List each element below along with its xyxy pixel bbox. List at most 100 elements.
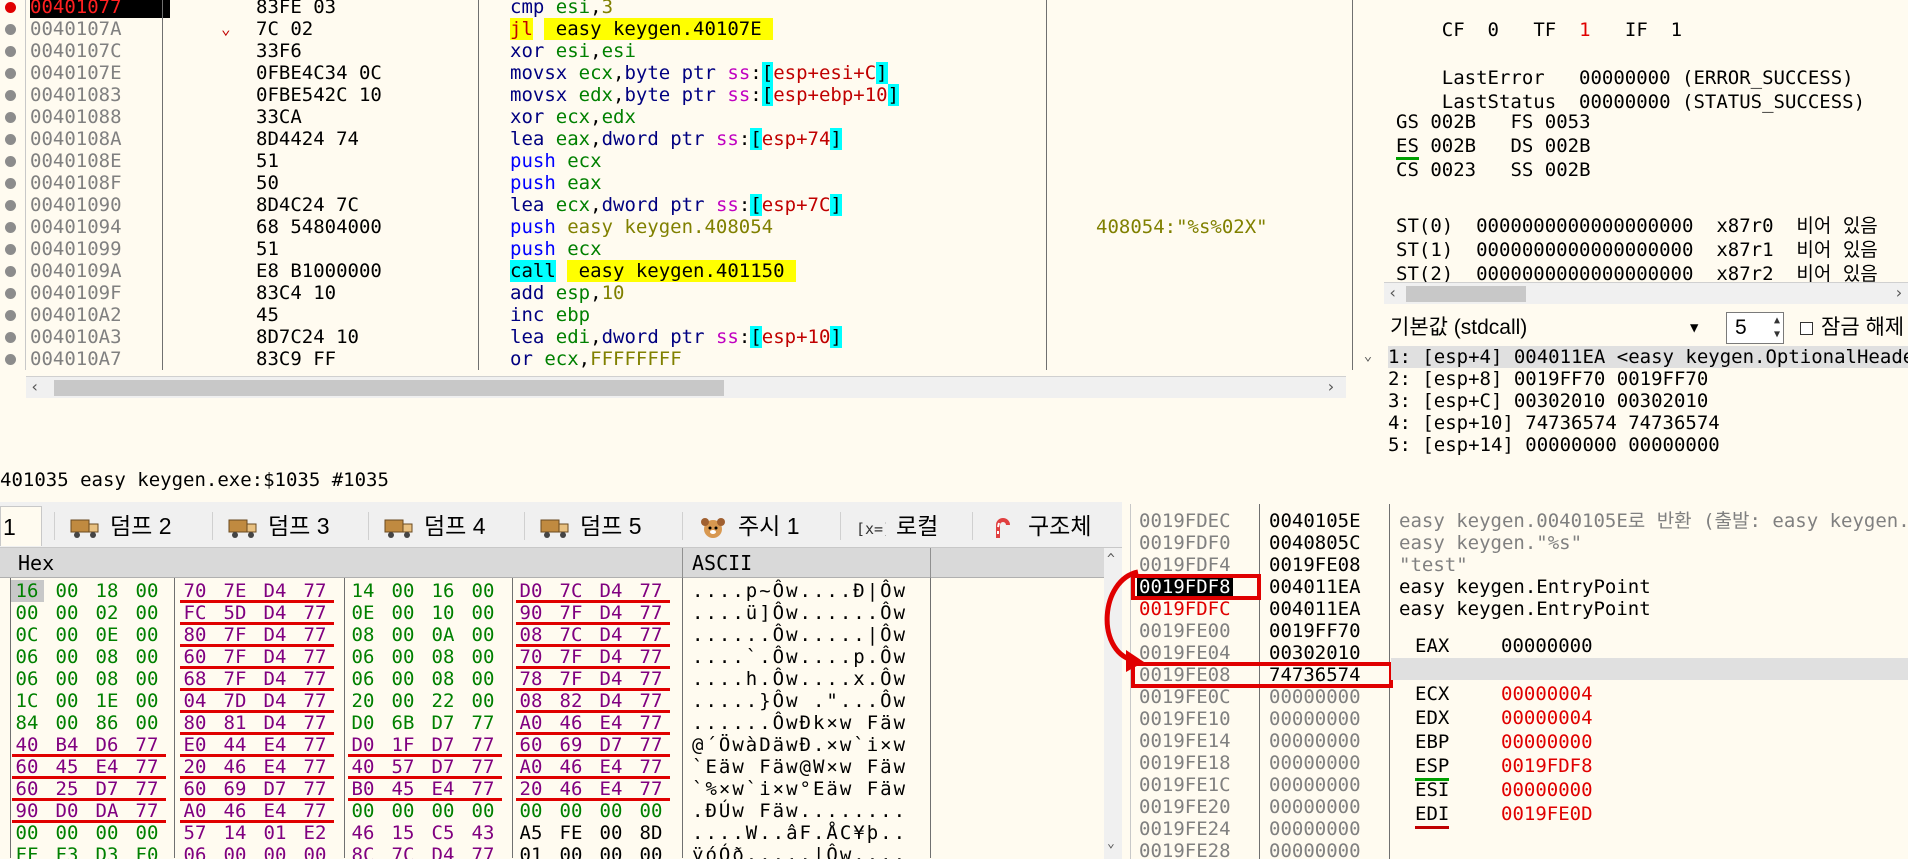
- scroll-right-arrow-icon[interactable]: ›: [1894, 283, 1904, 302]
- hex-byte[interactable]: 69: [218, 778, 252, 800]
- hex-byte[interactable]: E4: [594, 712, 628, 734]
- hex-byte[interactable]: 84: [10, 712, 44, 734]
- hex-byte[interactable]: D7: [90, 778, 124, 800]
- hex-byte[interactable]: 6B: [386, 712, 420, 734]
- hex-byte[interactable]: 00: [466, 690, 500, 712]
- hex-byte[interactable]: 77: [634, 690, 668, 712]
- calling-convention-select[interactable]: 기본값 (stdcall): [1384, 312, 1724, 344]
- hex-byte[interactable]: 68: [178, 668, 212, 690]
- register-value[interactable]: 00000004: [1501, 706, 1593, 730]
- hex-byte[interactable]: 00: [130, 624, 164, 646]
- stack-value[interactable]: 00000000: [1269, 840, 1361, 859]
- hex-byte[interactable]: 77: [298, 778, 332, 800]
- breakpoint-dot-icon[interactable]: [5, 288, 16, 299]
- registers-panel[interactable]: CF 0 TF 1 IF 1 LastError 00000000 (ERROR…: [1384, 0, 1908, 290]
- hex-byte[interactable]: 20: [346, 690, 380, 712]
- hex-byte[interactable]: 00: [386, 624, 420, 646]
- stack-address[interactable]: 0019FE18: [1139, 752, 1231, 774]
- disassembly-horizontal-scrollbar[interactable]: ‹ ›: [26, 376, 1346, 398]
- register-value[interactable]: 0019FE0D: [1501, 802, 1593, 826]
- register-ecx[interactable]: ECX 00000004: [1415, 682, 1615, 706]
- disassembly-row[interactable]: 0040107E 0FBE4C34 0C movsx ecx,byte ptr ss…: [26, 62, 1356, 84]
- instruction-address[interactable]: 0040108E: [30, 150, 170, 172]
- hex-byte[interactable]: 20: [178, 756, 212, 778]
- hex-byte[interactable]: 01: [514, 844, 548, 859]
- hex-byte[interactable]: 00: [386, 690, 420, 712]
- ascii-text[interactable]: .....}Ôw ."...Ôw: [692, 690, 907, 712]
- ascii-text[interactable]: ....p~Ôw....Ð|Ôw: [692, 580, 907, 602]
- hex-byte[interactable]: 00: [50, 580, 84, 602]
- hex-byte[interactable]: 57: [178, 822, 212, 844]
- hex-byte[interactable]: 00: [426, 800, 460, 822]
- lock-checkbox[interactable]: 잠금 해제: [1800, 312, 1904, 344]
- breakpoint-gutter[interactable]: [0, 0, 26, 370]
- hex-byte[interactable]: D7: [594, 734, 628, 756]
- instruction-address[interactable]: 0040107C: [30, 40, 170, 62]
- hex-byte[interactable]: 00: [386, 646, 420, 668]
- hex-byte[interactable]: 7D: [218, 690, 252, 712]
- stack-value[interactable]: 0019FE08: [1269, 554, 1361, 576]
- hex-byte[interactable]: 00: [386, 668, 420, 690]
- hex-byte[interactable]: D4: [594, 602, 628, 624]
- hex-row[interactable]: 84 00 86 00 80 81 D4 77 D0 6B D7 77 A0 46 E4 77 ......Ôw…: [0, 712, 1104, 734]
- hex-byte[interactable]: D4: [426, 844, 460, 859]
- hex-byte[interactable]: E4: [258, 756, 292, 778]
- register-edi[interactable]: EDI 0019FE0D: [1415, 802, 1615, 829]
- hex-byte[interactable]: D4: [594, 646, 628, 668]
- hex-byte[interactable]: D0: [346, 734, 380, 756]
- hex-byte[interactable]: 0E: [346, 602, 380, 624]
- hex-byte[interactable]: 77: [634, 734, 668, 756]
- hex-byte[interactable]: D4: [258, 580, 292, 602]
- tab-dog-5[interactable]: 주시 1: [688, 506, 836, 546]
- hex-byte[interactable]: 77: [634, 580, 668, 602]
- hex-byte[interactable]: D7: [258, 778, 292, 800]
- hex-byte[interactable]: D0: [346, 712, 380, 734]
- hex-byte[interactable]: E0: [178, 734, 212, 756]
- instruction-address[interactable]: 00401099: [30, 238, 170, 260]
- hex-byte[interactable]: 7F: [218, 646, 252, 668]
- hex-byte[interactable]: 77: [634, 646, 668, 668]
- hex-byte[interactable]: 77: [298, 756, 332, 778]
- register-esi[interactable]: ESI 00000000: [1415, 778, 1615, 802]
- stack-address[interactable]: 0019FDF0: [1139, 532, 1231, 554]
- hex-byte[interactable]: 77: [634, 602, 668, 624]
- hex-byte[interactable]: 60: [514, 734, 548, 756]
- hex-byte[interactable]: 06: [346, 668, 380, 690]
- instruction-address[interactable]: 004010A7: [30, 348, 170, 370]
- stack-value[interactable]: 00000000: [1269, 796, 1361, 818]
- hex-byte[interactable]: 77: [130, 778, 164, 800]
- hex-byte[interactable]: 5D: [218, 602, 252, 624]
- hex-byte[interactable]: 7F: [554, 602, 588, 624]
- hex-byte[interactable]: 60: [10, 756, 44, 778]
- segment-register-value[interactable]: 0023: [1430, 159, 1476, 181]
- hex-row[interactable]: 90 D0 DA 77 A0 46 E4 77 00 00 00 00 00 00 00 00 .ÐÚw Fäw…: [0, 800, 1104, 822]
- call-argument-row[interactable]: 5: [esp+14] 00000000 00000000: [1388, 434, 1908, 456]
- hex-byte[interactable]: 00: [386, 580, 420, 602]
- disassembly-row[interactable]: 0040107C 33F6 xor esi,esi: [26, 40, 1356, 62]
- hex-byte[interactable]: 00: [50, 822, 84, 844]
- instruction-address[interactable]: 0040107A: [30, 18, 170, 40]
- breakpoint-dot-icon[interactable]: [5, 222, 16, 233]
- disassembly-row[interactable]: 0040108A 8D4424 74 lea eax,dword ptr ss:[e…: [26, 128, 1356, 150]
- scroll-left-arrow-icon[interactable]: ‹: [1388, 283, 1398, 302]
- register-value[interactable]: 00000000: [1501, 778, 1593, 802]
- ascii-text[interactable]: ....h.Ôw....x.Ôw: [692, 668, 907, 690]
- stack-address[interactable]: 0019FE14: [1139, 730, 1231, 752]
- hex-byte[interactable]: 08: [514, 690, 548, 712]
- hex-byte[interactable]: B0: [346, 778, 380, 800]
- disassembly-row[interactable]: 0040108F 50 push eax: [26, 172, 1356, 194]
- hex-byte[interactable]: D4: [594, 580, 628, 602]
- hex-byte[interactable]: 7C: [554, 624, 588, 646]
- stack-value[interactable]: 00000000: [1269, 686, 1361, 708]
- ascii-column-header[interactable]: ASCII: [692, 548, 752, 578]
- hex-byte[interactable]: E4: [426, 778, 460, 800]
- hex-byte[interactable]: E4: [258, 800, 292, 822]
- hex-byte[interactable]: 00: [130, 602, 164, 624]
- hex-row[interactable]: 00 00 00 00 57 14 01 E2 46 15 C5 43 A5 FE 00 8D ....W..â…: [0, 822, 1104, 844]
- stack-address[interactable]: 0019FE24: [1139, 818, 1231, 840]
- hex-byte[interactable]: 40: [346, 756, 380, 778]
- hex-byte[interactable]: D3: [90, 844, 124, 859]
- register-esp[interactable]: ESP 0019FDF8: [1415, 754, 1615, 781]
- disassembly-row[interactable]: 0040108E 51 push ecx: [26, 150, 1356, 172]
- scroll-down-arrow-icon[interactable]: ⌄: [1107, 836, 1115, 851]
